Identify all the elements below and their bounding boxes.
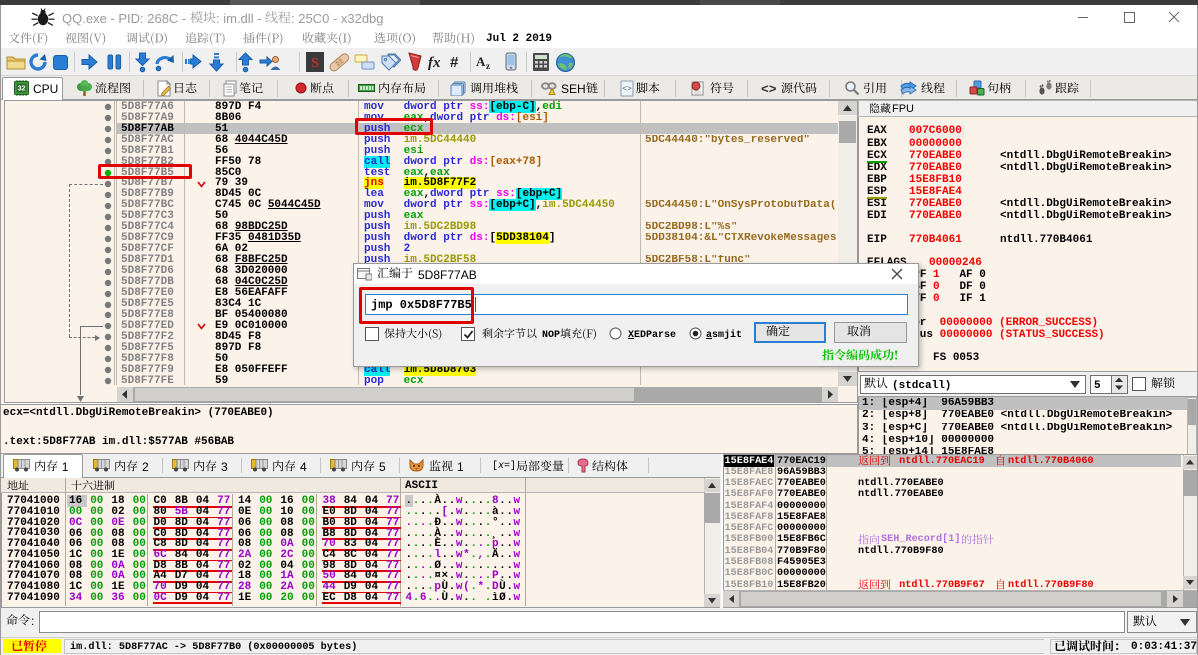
svg-text:fx: fx — [428, 55, 441, 71]
svg-text:#: # — [450, 54, 459, 71]
svg-text:<>: <> — [622, 85, 632, 94]
svg-text:<>: <> — [761, 82, 777, 95]
svg-text:32: 32 — [18, 86, 26, 93]
svg-text:A: A — [476, 54, 486, 69]
svg-text:z: z — [486, 61, 490, 71]
svg-text:S: S — [311, 56, 319, 71]
